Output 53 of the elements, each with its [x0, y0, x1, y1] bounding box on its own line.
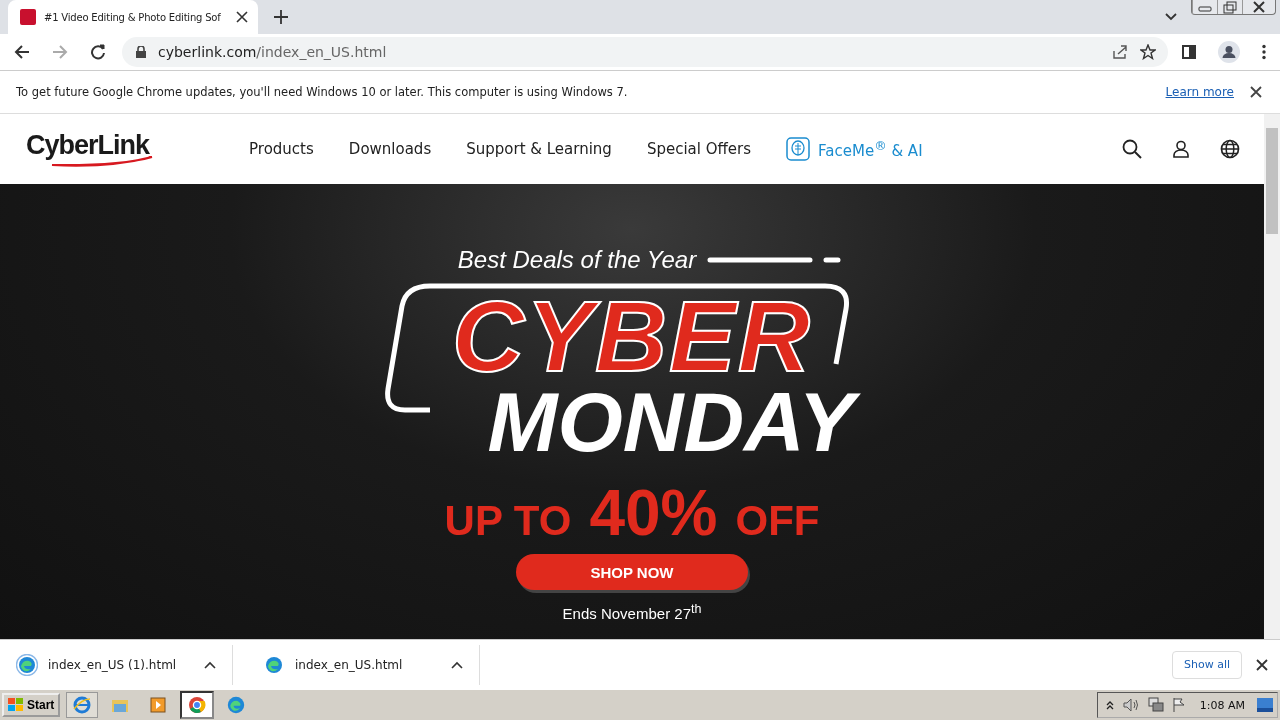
clock-text: 1:08 AM: [1199, 698, 1245, 712]
scrollbar[interactable]: [1264, 114, 1280, 639]
volume-icon[interactable]: [1121, 698, 1140, 712]
windows-logo-icon: [8, 698, 24, 712]
globe-icon[interactable]: [1220, 139, 1240, 159]
star-icon[interactable]: [1140, 44, 1156, 60]
url-text: cyberlink.com/index_en_US.html: [158, 44, 387, 60]
share-icon[interactable]: [1112, 44, 1128, 60]
network-icon[interactable]: [1147, 697, 1164, 713]
nav-link[interactable]: FaceMe$^{®}$ & AI: [786, 137, 923, 161]
offer-text: OFF: [735, 497, 820, 546]
caret-icon[interactable]: [451, 660, 463, 669]
close-icon[interactable]: [1250, 86, 1262, 98]
shop-now-button[interactable]: SHOP NOW: [516, 554, 748, 591]
window-controls-drawing[interactable]: [1191, 0, 1276, 15]
nav-link[interactable]: Special Offers: [646, 137, 752, 161]
menu-icon[interactable]: [1262, 44, 1266, 60]
ie-taskbar-icon[interactable]: [66, 692, 99, 718]
nav-link[interactable]: Support & Learning: [466, 137, 612, 161]
profile-icon[interactable]: [1218, 41, 1240, 63]
address-bar[interactable]: cyberlink.com/index_en_US.html: [122, 37, 1168, 67]
browser-tab[interactable]: #1 Video Editing & Photo Editing Sof: [8, 0, 258, 34]
user-icon[interactable]: [1172, 140, 1190, 158]
hero-eyebrow: Best Deals of the Year: [457, 246, 697, 274]
face-scan-icon: [786, 137, 811, 161]
site-favicon-icon: [20, 9, 36, 25]
chrome-taskbar-icon[interactable]: [180, 691, 215, 719]
new-tab-icon[interactable]: [274, 10, 288, 24]
download-item[interactable]: index_en_US (1).html: [0, 644, 233, 685]
reload-icon[interactable]: [90, 44, 106, 60]
edge-file-icon: [16, 653, 38, 676]
learn-more-link[interactable]: Learn more: [1165, 85, 1234, 99]
update-message: To get future Google Chrome updates, you'll need Windows 10 or later. This computer is using Windows 7.: [16, 85, 628, 99]
nav-link[interactable]: Downloads: [348, 137, 432, 161]
show-hidden-icons-icon[interactable]: [1105, 700, 1114, 710]
offer-text: UP TO: [444, 497, 572, 546]
close-icon[interactable]: [1256, 658, 1268, 671]
ends-date: Ends November 27$^{th}$: [562, 602, 702, 623]
flag-icon[interactable]: [1171, 697, 1186, 713]
search-icon[interactable]: [1122, 139, 1142, 159]
side-panel-icon[interactable]: [1182, 45, 1196, 59]
caret-icon[interactable]: [204, 660, 216, 669]
back-icon[interactable]: [14, 44, 30, 60]
tab-title: #1 Video Editing & Photo Editing Sof: [44, 11, 222, 23]
close-icon[interactable]: [236, 11, 248, 23]
start-button[interactable]: Start: [2, 693, 61, 717]
show-all-button[interactable]: Show all: [1172, 650, 1242, 679]
tab-search-caret-icon[interactable]: [1165, 13, 1177, 21]
discount-text: 40%: [589, 476, 718, 551]
cyberlink-logo[interactable]: CyberLink: [24, 129, 156, 169]
nav-link[interactable]: Products: [249, 137, 314, 161]
lock-icon: [136, 46, 146, 58]
download-item[interactable]: index_en_US.html: [247, 644, 480, 685]
